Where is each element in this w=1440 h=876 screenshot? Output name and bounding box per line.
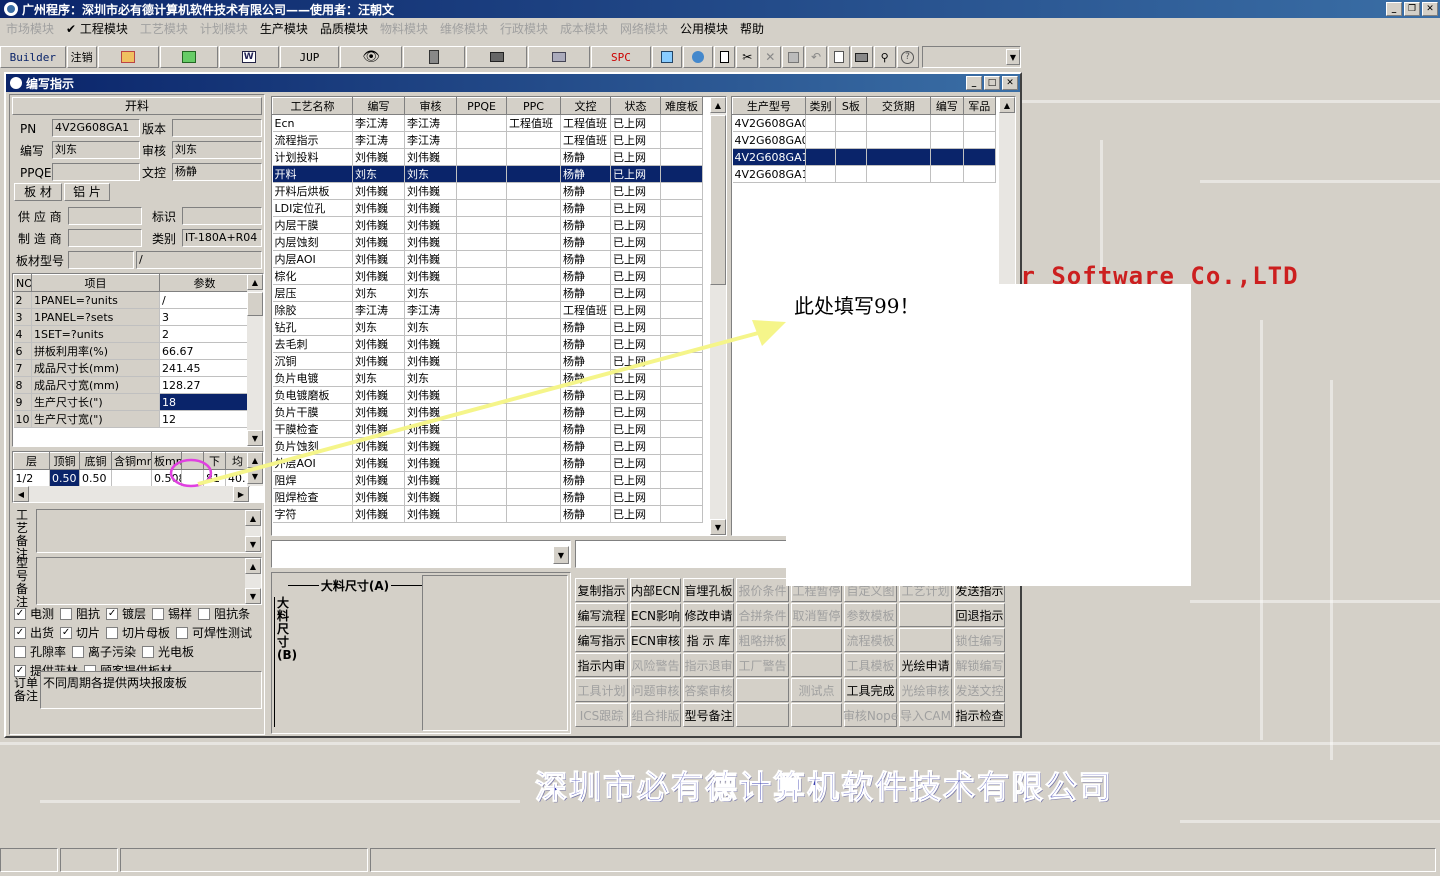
annotation-arrow-head	[752, 320, 786, 346]
annotation-arrow-line	[197, 330, 763, 486]
status-bar	[0, 846, 1440, 876]
annotation-note: 此处填写99！	[786, 284, 1191, 586]
annotation-arrow	[169, 320, 786, 488]
status-pane	[120, 848, 368, 872]
status-pane	[0, 848, 58, 872]
status-pane	[60, 848, 118, 872]
status-pane	[370, 848, 1436, 872]
